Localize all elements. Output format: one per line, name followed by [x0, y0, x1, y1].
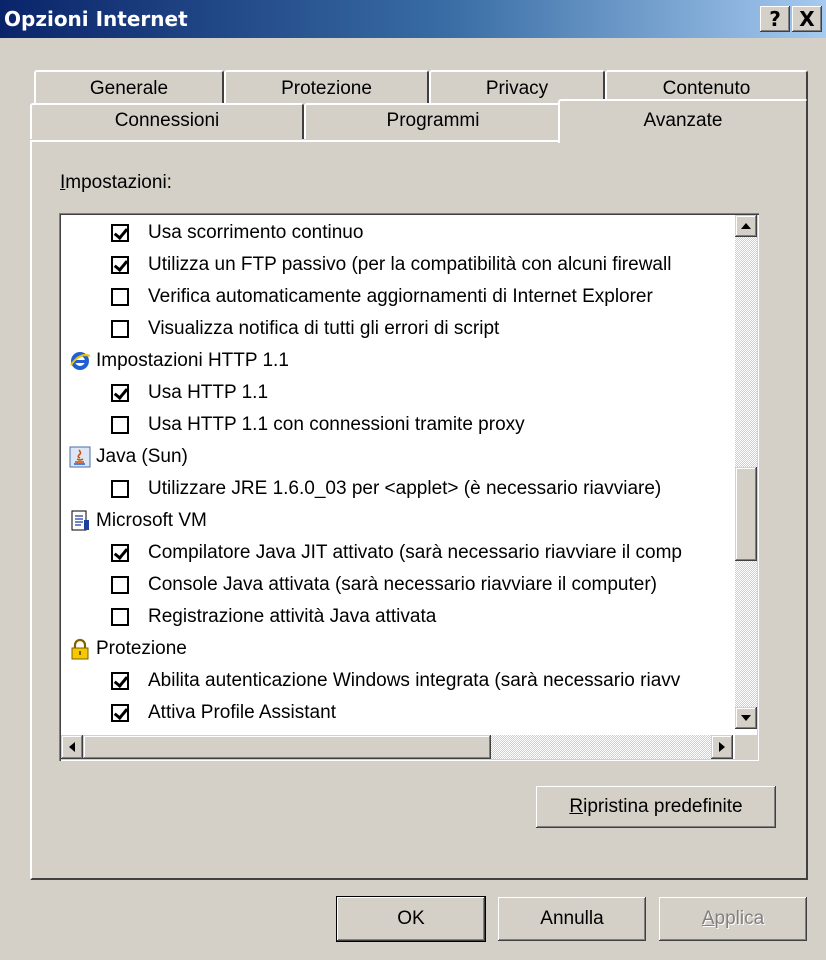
settings-option-label: Usa HTTP 1.1 con connessioni tramite pro…	[148, 414, 525, 435]
close-button[interactable]: X	[792, 6, 822, 32]
ok-button[interactable]: OK	[336, 896, 486, 942]
checkbox-unchecked[interactable]	[111, 480, 129, 498]
scroll-up-button[interactable]	[735, 215, 757, 237]
document-icon	[69, 510, 91, 532]
checkbox-checked[interactable]	[111, 224, 129, 242]
checkbox-unchecked[interactable]	[111, 576, 129, 594]
checkbox-unchecked[interactable]	[111, 608, 129, 626]
settings-option[interactable]: Verifica automaticamente aggiornamenti d…	[59, 281, 735, 313]
title-bar[interactable]: Opzioni Internet ? X	[0, 0, 826, 38]
checkbox-checked[interactable]	[111, 544, 129, 562]
checkbox-checked[interactable]	[111, 704, 129, 722]
settings-option-label: Usa scorrimento continuo	[148, 222, 364, 243]
checkbox-unchecked[interactable]	[111, 320, 129, 338]
internet-options-dialog: Opzioni Internet ? X Generale Protezione…	[0, 0, 826, 960]
vertical-scrollbar[interactable]	[735, 215, 757, 729]
settings-group-label: Microsoft VM	[96, 510, 207, 531]
settings-option-label: Console Java attivata (sarà necessario r…	[148, 574, 657, 595]
settings-option[interactable]: Usa HTTP 1.1	[59, 377, 735, 409]
java-icon	[69, 446, 91, 468]
settings-label: Impostazioni:	[60, 172, 172, 194]
help-button[interactable]: ?	[760, 6, 790, 32]
checkbox-checked[interactable]	[111, 672, 129, 690]
arrow-down-icon	[741, 715, 751, 721]
tab-protezione[interactable]: Protezione	[224, 70, 429, 104]
apply-accel: A	[701, 908, 715, 929]
restore-defaults-button[interactable]: Ripristina predefinite	[536, 786, 776, 828]
settings-option-label: Abilita autenticazione Windows integrata…	[148, 670, 681, 691]
settings-option[interactable]: Console Java attivata (sarà necessario r…	[59, 569, 735, 601]
arrow-left-icon	[69, 742, 75, 752]
settings-listbox[interactable]: Usa scorrimento continuo Utilizza un FTP …	[59, 213, 759, 761]
tab-generale[interactable]: Generale	[34, 70, 224, 104]
internet-explorer-icon	[69, 350, 91, 372]
settings-option-label: Visualizza notifica di tutti gli errori …	[148, 318, 500, 339]
checkbox-unchecked[interactable]	[111, 288, 129, 306]
settings-option[interactable]: Registrazione attività Java attivata	[59, 601, 735, 633]
settings-option[interactable]: Usa HTTP 1.1 con connessioni tramite pro…	[59, 409, 735, 441]
cancel-button[interactable]: Annulla	[498, 897, 646, 941]
horizontal-scrollbar[interactable]	[61, 735, 733, 759]
settings-option-label: Usa HTTP 1.1	[148, 382, 269, 403]
scroll-down-button[interactable]	[735, 707, 757, 729]
horizontal-scroll-thumb[interactable]	[83, 735, 491, 759]
settings-option[interactable]: Compilatore Java JIT attivato (sarà nece…	[59, 537, 735, 569]
tab-avanzate[interactable]: Avanzate	[558, 99, 808, 143]
lock-icon	[69, 638, 91, 660]
settings-option[interactable]: Visualizza notifica di tutti gli errori …	[59, 313, 735, 345]
settings-option-label: Utilizza un FTP passivo (per la compatib…	[148, 254, 672, 275]
checkbox-checked[interactable]	[111, 256, 129, 274]
settings-option-label: Registrazione attività Java attivata	[148, 606, 437, 627]
settings-option-label: Utilizzare JRE 1.6.0_03 per <applet> (è …	[148, 478, 662, 499]
tab-connessioni[interactable]: Connessioni	[30, 103, 304, 139]
settings-option-label: Verifica automaticamente aggiornamenti d…	[148, 286, 653, 307]
settings-group-label: Java (Sun)	[96, 446, 188, 467]
scroll-right-button[interactable]	[711, 735, 733, 759]
settings-option[interactable]: Attiva Profile Assistant	[59, 697, 735, 727]
settings-option-label: Attiva Profile Assistant	[148, 702, 336, 723]
settings-label-rest: mpostazioni:	[65, 172, 172, 193]
settings-rows: Usa scorrimento continuo Utilizza un FTP …	[59, 217, 735, 727]
settings-option[interactable]: Abilita autenticazione Windows integrata…	[59, 665, 735, 697]
vertical-scroll-thumb[interactable]	[735, 467, 757, 561]
restore-defaults-rest: ipristina predefinite	[583, 796, 743, 817]
arrow-right-icon	[719, 742, 725, 752]
checkbox-checked[interactable]	[111, 384, 129, 402]
window-title: Opzioni Internet	[4, 7, 188, 31]
scrollbar-corner	[735, 735, 757, 759]
settings-option[interactable]: Usa scorrimento continuo	[59, 217, 735, 249]
apply-button[interactable]: Applica	[659, 897, 807, 941]
settings-group[interactable]: Protezione	[59, 633, 735, 665]
scroll-left-button[interactable]	[61, 735, 83, 759]
settings-option[interactable]: Utilizzare JRE 1.6.0_03 per <applet> (è …	[59, 473, 735, 505]
settings-group[interactable]: Microsoft VM	[59, 505, 735, 537]
checkbox-unchecked[interactable]	[111, 416, 129, 434]
settings-option-label: Compilatore Java JIT attivato (sarà nece…	[148, 542, 682, 563]
arrow-up-icon	[741, 223, 751, 229]
settings-group-label: Protezione	[96, 638, 187, 659]
settings-group[interactable]: Impostazioni HTTP 1.1	[59, 345, 735, 377]
settings-option[interactable]: Utilizza un FTP passivo (per la compatib…	[59, 249, 735, 281]
tab-programmi[interactable]: Programmi	[304, 103, 562, 139]
apply-rest: pplica	[714, 908, 765, 929]
settings-group[interactable]: Java (Sun)	[59, 441, 735, 473]
settings-group-label: Impostazioni HTTP 1.1	[96, 350, 289, 371]
restore-defaults-accel: R	[569, 796, 584, 817]
